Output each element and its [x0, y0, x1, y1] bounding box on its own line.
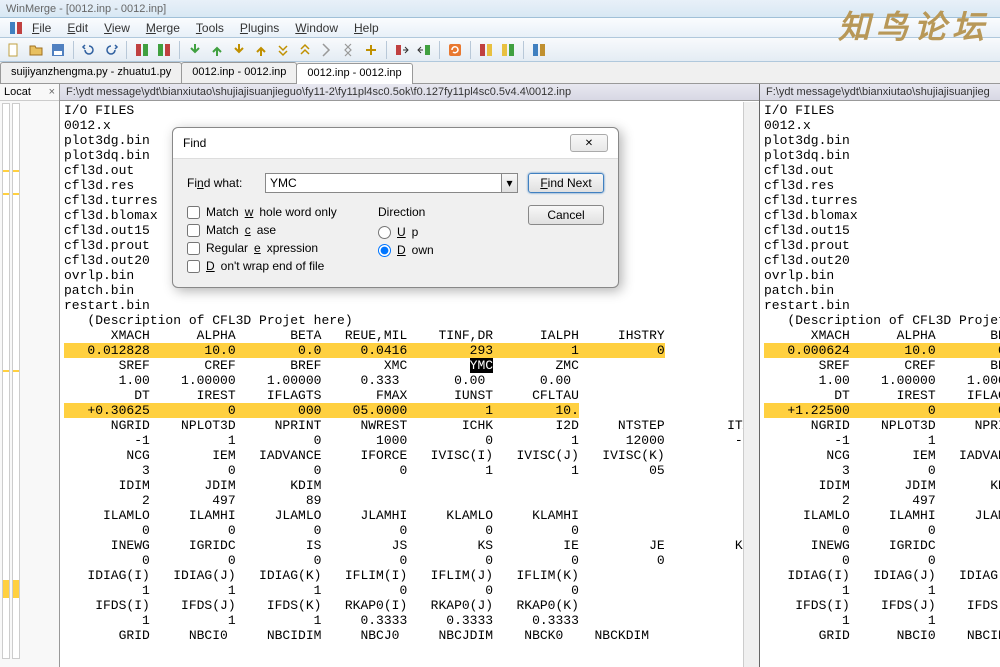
- match-case-check[interactable]: Match case: [187, 223, 348, 237]
- right-pane: F:\ydt message\ydt\bianxiutao\shujiajisu…: [760, 84, 1000, 667]
- direction-up-radio[interactable]: Up: [378, 225, 498, 239]
- go-prev-icon[interactable]: [339, 40, 359, 60]
- diff-line: 0.000624 10.0 0.0: [764, 343, 1000, 358]
- copy-right-icon[interactable]: [392, 40, 412, 60]
- location-title: Locat: [4, 86, 31, 98]
- cancel-button[interactable]: Cancel: [528, 205, 604, 225]
- next-diff-icon[interactable]: [185, 40, 205, 60]
- copy-left-icon[interactable]: [414, 40, 434, 60]
- undo-icon[interactable]: [79, 40, 99, 60]
- find-title-bar[interactable]: Find ✕: [173, 128, 618, 159]
- save-icon[interactable]: [48, 40, 68, 60]
- prev-diff2-icon[interactable]: [251, 40, 271, 60]
- right-editor[interactable]: I/O FILES 0012.x plot3dg.bin plot3dq.bin…: [760, 101, 1000, 645]
- find-dialog: Find ✕ Find what: ▾ Find Next Match whol…: [172, 127, 619, 288]
- menu-bar: FFileile Edit View Merge Tools Plugins W…: [0, 18, 1000, 38]
- open-icon[interactable]: [26, 40, 46, 60]
- search-match: YMC: [470, 358, 493, 373]
- find-title: Find: [183, 136, 206, 150]
- diff-line: 0.012828 10.0 0.0 0.0416 293 1 0: [64, 343, 665, 358]
- all-right-icon[interactable]: [476, 40, 496, 60]
- all-left-icon[interactable]: [498, 40, 518, 60]
- last-diff-icon[interactable]: [273, 40, 293, 60]
- go-next-icon[interactable]: [317, 40, 337, 60]
- find-what-label: Find what:: [187, 176, 255, 190]
- find-input[interactable]: [265, 173, 502, 193]
- menu-file[interactable]: FFileile: [24, 19, 59, 37]
- first-diff-icon[interactable]: [295, 40, 315, 60]
- current-diff-icon[interactable]: [361, 40, 381, 60]
- diff-line: +1.22500 0 000: [764, 403, 1000, 418]
- menu-edit[interactable]: Edit: [59, 19, 96, 37]
- diff-line: +0.30625 0 000 05.0000 1 10.: [64, 403, 579, 418]
- scrollbar-left[interactable]: [743, 102, 759, 667]
- diff-icon[interactable]: [132, 40, 152, 60]
- location-strip-right[interactable]: [12, 103, 20, 659]
- refresh-icon[interactable]: [445, 40, 465, 60]
- tab-bar: suijiyanzhengma.py - zhuatu1.py 0012.inp…: [0, 62, 1000, 84]
- menu-window[interactable]: Window: [287, 19, 346, 37]
- next-diff2-icon[interactable]: [229, 40, 249, 60]
- find-next-button[interactable]: Find Next: [528, 173, 604, 193]
- location-pane: Locat ×: [0, 84, 60, 667]
- location-strip-left[interactable]: [2, 103, 10, 659]
- menu-view[interactable]: View: [96, 19, 138, 37]
- options-icon[interactable]: [529, 40, 549, 60]
- tab-1[interactable]: suijiyanzhengma.py - zhuatu1.py: [0, 62, 182, 83]
- redo-icon[interactable]: [101, 40, 121, 60]
- tab-3[interactable]: 0012.inp - 0012.inp: [296, 63, 412, 84]
- tool-bar: [0, 38, 1000, 62]
- left-path: F:\ydt message\ydt\bianxiutao\shujiajisu…: [60, 84, 759, 101]
- direction-label: Direction: [378, 205, 498, 219]
- menu-merge[interactable]: Merge: [138, 19, 188, 37]
- direction-down-radio[interactable]: Down: [378, 243, 498, 257]
- menu-help[interactable]: Help: [346, 19, 387, 37]
- title-bar: WinMerge - [0012.inp - 0012.inp]: [0, 0, 1000, 18]
- right-path: F:\ydt message\ydt\bianxiutao\shujiajisu…: [760, 84, 1000, 101]
- new-icon[interactable]: [4, 40, 24, 60]
- window-title: WinMerge - [0012.inp - 0012.inp]: [6, 3, 166, 15]
- nowrap-check[interactable]: Don't wrap end of file: [187, 259, 348, 273]
- find-dropdown-icon[interactable]: ▾: [502, 173, 518, 193]
- menu-tools[interactable]: Tools: [188, 19, 232, 37]
- match-word-check[interactable]: Match whole word only: [187, 205, 348, 219]
- location-close-icon[interactable]: ×: [49, 86, 55, 98]
- regex-check[interactable]: Regular expression: [187, 241, 348, 255]
- tab-2[interactable]: 0012.inp - 0012.inp: [181, 62, 297, 83]
- menu-plugins[interactable]: Plugins: [232, 19, 287, 37]
- app-icon: [8, 20, 24, 36]
- prev-diff-icon[interactable]: [207, 40, 227, 60]
- find-close-button[interactable]: ✕: [570, 134, 608, 152]
- diff2-icon[interactable]: [154, 40, 174, 60]
